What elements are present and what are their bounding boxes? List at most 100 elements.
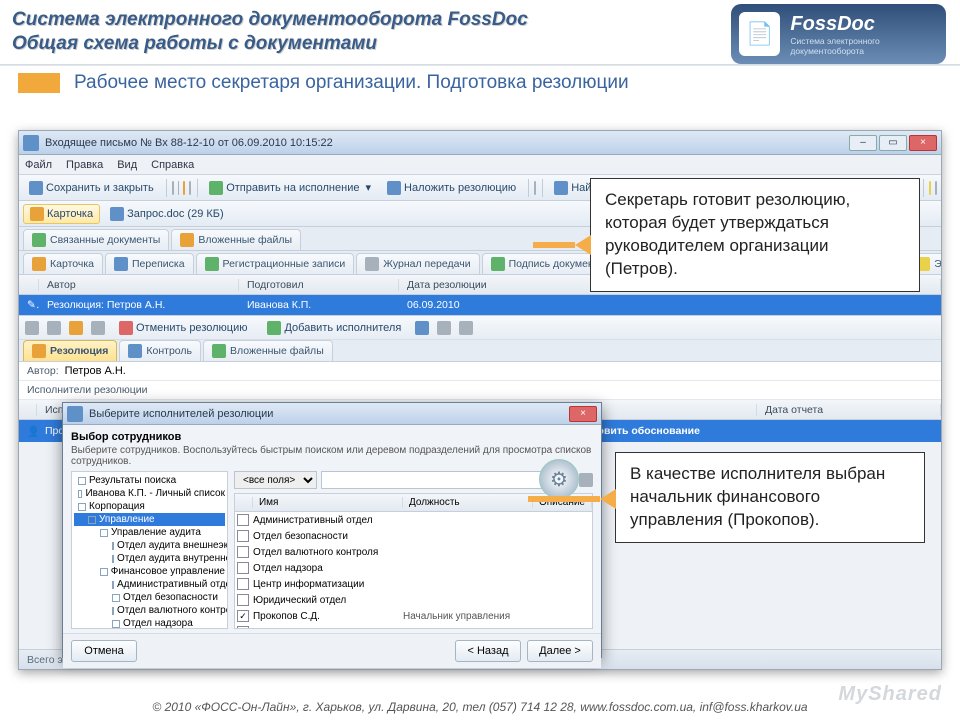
toolbar-icon[interactable] <box>935 181 937 195</box>
employee-checkbox[interactable] <box>237 594 249 606</box>
employee-row[interactable]: Юридический отдел <box>235 592 592 608</box>
add-resolution-button[interactable]: Наложить резолюцию <box>381 179 522 197</box>
tree-expand-icon[interactable] <box>100 568 108 576</box>
clip-icon <box>180 233 194 247</box>
toolbar-icon[interactable] <box>459 321 473 335</box>
tab-card[interactable]: Карточка <box>23 204 100 224</box>
subtab-files[interactable]: Вложенные файлы <box>203 340 333 361</box>
employee-checkbox[interactable] <box>237 530 249 542</box>
dialog-close-button[interactable]: × <box>569 406 597 422</box>
tab-2[interactable]: Регистрационные записи <box>196 253 355 274</box>
tree-expand-icon[interactable] <box>78 477 86 485</box>
menu-help[interactable]: Справка <box>151 159 194 171</box>
tree-expand-icon[interactable] <box>100 529 108 537</box>
callout-1: Секретарь готовит резолюцию, которая буд… <box>590 178 920 292</box>
tree-node[interactable]: Управление аудита <box>74 526 225 539</box>
save-close-button[interactable]: Сохранить и закрыть <box>23 179 160 197</box>
tree-node[interactable]: Административный отдел <box>74 578 225 591</box>
toolbar-icon[interactable] <box>534 181 536 195</box>
dialog-back-button[interactable]: < Назад <box>455 640 521 662</box>
employee-row[interactable]: ✓Прокопов С.Д.Начальник управления <box>235 608 592 624</box>
cancel-resolution-button[interactable]: Отменить резолюцию <box>113 319 253 337</box>
tree-node[interactable]: Отдел безопасности <box>74 591 225 604</box>
tab-0[interactable]: Карточка <box>23 253 103 274</box>
window-close-button[interactable]: × <box>909 135 937 151</box>
tree-node[interactable]: Корпорация <box>74 500 225 513</box>
send-exec-button[interactable]: Отправить на исполнение ▾ <box>203 179 377 197</box>
tree-node[interactable]: Отдел аудита внутренней <box>74 552 225 565</box>
resolution-row[interactable]: ✎ Резолюция: Петров А.Н. Иванова К.П. 06… <box>19 295 941 315</box>
tree-expand-icon[interactable] <box>112 620 120 628</box>
subtab-resolution[interactable]: Резолюция <box>23 340 117 361</box>
tree-node[interactable]: Управление <box>74 513 225 526</box>
tab-icon <box>114 257 128 271</box>
employee-checkbox[interactable] <box>237 578 249 590</box>
tree-node[interactable]: Отдел валютного контроля <box>74 604 225 617</box>
dialog-next-button[interactable]: Далее > <box>527 640 593 662</box>
tab-related-docs[interactable]: Связанные документы <box>23 229 169 250</box>
employee-row[interactable]: Отдел надзора <box>235 560 592 576</box>
employee-row[interactable]: Отдел валютного контроля <box>235 544 592 560</box>
toolbar-icon[interactable] <box>189 181 191 195</box>
employee-row[interactable]: Отдел безопасности <box>235 528 592 544</box>
window-titlebar[interactable]: Входящее письмо № Вх 88-12-10 от 06.09.2… <box>19 131 941 155</box>
employees-table[interactable]: Имя Должность Описание Административный … <box>234 493 593 629</box>
tab-1[interactable]: Переписка <box>105 253 194 274</box>
tab-icon <box>365 257 379 271</box>
employee-checkbox[interactable]: ✓ <box>237 610 249 622</box>
tree-expand-icon[interactable] <box>88 516 96 524</box>
toolbar-icon[interactable] <box>91 321 105 335</box>
tree-expand-icon[interactable] <box>112 581 114 589</box>
toolbar-icon[interactable] <box>172 181 174 195</box>
employee-row[interactable]: Центр информатизации <box>235 576 592 592</box>
tree-node[interactable]: Отдел аудита внешнеэкон. <box>74 539 225 552</box>
window-minimize-button[interactable]: – <box>849 135 877 151</box>
tree-expand-icon[interactable] <box>78 503 86 511</box>
attachment-chip[interactable]: Запрос.doc (29 КБ) <box>104 205 230 223</box>
toolbar-icon[interactable] <box>47 321 61 335</box>
window-title: Входящее письмо № Вх 88-12-10 от 06.09.2… <box>45 137 333 149</box>
tree-node[interactable]: Иванова К.П. - Личный список <box>74 487 225 500</box>
tree-expand-icon[interactable] <box>112 594 120 602</box>
search-input[interactable] <box>321 471 575 489</box>
add-executor-button[interactable]: Добавить исполнителя <box>261 319 407 337</box>
toolbar-icon[interactable] <box>178 181 180 195</box>
tree-node[interactable]: Отдел надзора <box>74 617 225 629</box>
toolbar-icon[interactable] <box>415 321 429 335</box>
pencil-icon <box>32 344 46 358</box>
toolbar-icon[interactable] <box>25 321 39 335</box>
search-field-select[interactable]: <все поля> <box>234 471 317 489</box>
toolbar-icon[interactable] <box>183 181 185 195</box>
employee-row[interactable]: Симоненко П.Б.Секретарь <box>235 624 592 629</box>
employee-row[interactable]: Административный отдел <box>235 512 592 528</box>
tab-3[interactable]: Журнал передачи <box>356 253 479 274</box>
employee-checkbox[interactable] <box>237 626 249 629</box>
cancel-icon <box>119 321 133 335</box>
employee-checkbox[interactable] <box>237 546 249 558</box>
dialog-cancel-button[interactable]: Отмена <box>71 640 137 662</box>
menu-file[interactable]: Файл <box>25 159 52 171</box>
toolbar-icon[interactable] <box>69 321 83 335</box>
tree-expand-icon[interactable] <box>112 607 114 615</box>
resolution-subtabs: Резолюция Контроль Вложенные файлы <box>19 340 941 362</box>
subtab-control[interactable]: Контроль <box>119 340 201 361</box>
employee-checkbox[interactable] <box>237 562 249 574</box>
window-maximize-button[interactable]: ▭ <box>879 135 907 151</box>
departments-tree[interactable]: Результаты поискаИванова К.П. - Личный с… <box>71 471 228 629</box>
tree-expand-icon[interactable] <box>112 542 114 550</box>
tab-attached-files[interactable]: Вложенные файлы <box>171 229 301 250</box>
toolbar-icon[interactable] <box>437 321 451 335</box>
tree-node[interactable]: Результаты поиска <box>74 474 225 487</box>
resolution-icon <box>387 181 401 195</box>
menu-view[interactable]: Вид <box>117 159 137 171</box>
tree-node[interactable]: Финансовое управление <box>74 565 225 578</box>
clear-search-icon[interactable] <box>579 473 593 487</box>
tab-icon <box>491 257 505 271</box>
slide-subtitle: Рабочее место секретаря организации. Под… <box>74 72 629 94</box>
dialog-titlebar[interactable]: Выберите исполнителей резолюции × <box>63 403 601 425</box>
tree-expand-icon[interactable] <box>78 490 82 498</box>
menu-edit[interactable]: Правка <box>66 159 103 171</box>
tree-expand-icon[interactable] <box>112 555 114 563</box>
toolbar-icon[interactable] <box>929 181 931 195</box>
employee-checkbox[interactable] <box>237 514 249 526</box>
